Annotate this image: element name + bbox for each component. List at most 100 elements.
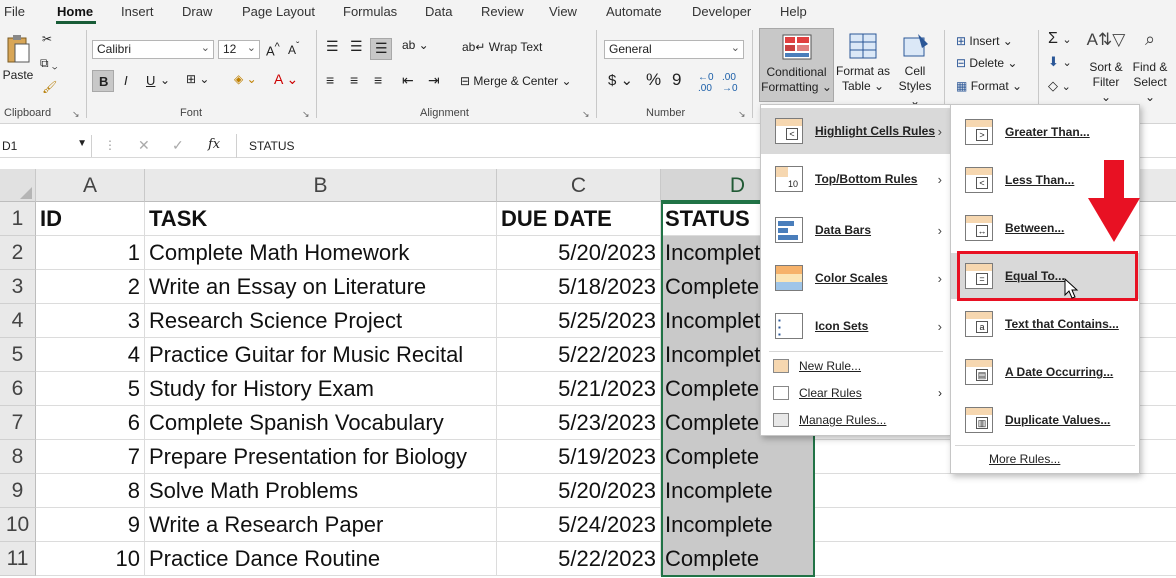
row-header[interactable]: 6	[0, 372, 36, 406]
increase-font-icon[interactable]: A^	[266, 41, 280, 58]
top-bottom-rules-item[interactable]: 10 Top/Bottom Rules ›	[761, 156, 950, 202]
new-rule-item[interactable]: New Rule...	[761, 353, 950, 379]
cell-due-date[interactable]: 5/23/2023	[497, 406, 661, 440]
paste-button[interactable]: Paste	[2, 34, 34, 83]
cell-due-date[interactable]: 5/20/2023	[497, 474, 661, 508]
column-header-c[interactable]: C	[497, 169, 661, 202]
cell-due-date[interactable]: 5/21/2023	[497, 372, 661, 406]
cell-task[interactable]: Practice Dance Routine	[145, 542, 497, 576]
align-top-icon[interactable]: ☰	[326, 38, 339, 55]
increase-indent-icon[interactable]: ⇥	[428, 72, 440, 89]
data-bars-item[interactable]: Data Bars ›	[761, 207, 950, 253]
number-launcher-icon[interactable]: ↘	[738, 109, 746, 120]
manage-rules-item[interactable]: Manage Rules...	[761, 407, 950, 433]
cell-task[interactable]: Prepare Presentation for Biology	[145, 440, 497, 474]
align-middle-icon[interactable]: ☰	[350, 38, 363, 55]
cell-id[interactable]: 10	[36, 542, 145, 576]
color-scales-item[interactable]: Color Scales ›	[761, 255, 950, 301]
decrease-decimal-icon[interactable]: .00 →0	[722, 72, 738, 94]
sort-filter-button[interactable]: A⇅▽ Sort & Filter ⌄	[1086, 31, 1126, 105]
chevron-down-icon[interactable]: ⌄	[160, 73, 170, 87]
alignment-launcher-icon[interactable]: ↘	[582, 109, 590, 120]
row-header[interactable]: 11	[0, 542, 36, 576]
highlight-cells-rules-item[interactable]: < Highlight Cells Rules ›	[761, 108, 950, 154]
tab-review[interactable]: Review	[481, 4, 524, 19]
font-color-icon[interactable]: A ⌄	[274, 71, 298, 88]
enter-icon[interactable]: ✓	[172, 137, 184, 154]
row-header[interactable]: 10	[0, 508, 36, 542]
format-cells-button[interactable]: ▦ Format ⌄	[956, 79, 1022, 93]
cell-task[interactable]: Solve Math Problems	[145, 474, 497, 508]
tab-automate[interactable]: Automate	[606, 4, 662, 19]
date-occurring-item[interactable]: ▤ A Date Occurring...	[951, 349, 1139, 395]
cell-due-date[interactable]: 5/19/2023	[497, 440, 661, 474]
name-box[interactable]: D1 ▼	[0, 135, 92, 157]
currency-button[interactable]: $ ⌄	[608, 71, 633, 89]
cell-task[interactable]: Write an Essay on Literature	[145, 270, 497, 304]
format-as-table-button[interactable]: Format as Table ⌄	[836, 32, 890, 94]
fill-color-icon[interactable]: ◈ ⌄	[234, 72, 257, 86]
cell-id[interactable]: 8	[36, 474, 145, 508]
increase-decimal-icon[interactable]: ←0.00	[698, 72, 714, 94]
cell-status[interactable]: Incomplete	[661, 474, 815, 508]
cell-task[interactable]: Complete Math Homework	[145, 236, 497, 270]
cell-due-date[interactable]: 5/18/2023	[497, 270, 661, 304]
text-contains-item[interactable]: a Text that Contains...	[951, 301, 1139, 347]
copy-icon[interactable]: ⧉ ⌄	[40, 56, 58, 71]
insert-cells-button[interactable]: ⊞ Insert ⌄	[956, 34, 1013, 48]
more-rules-item[interactable]: More Rules...	[989, 452, 1060, 466]
merge-center-button[interactable]: ⊟ Merge & Center ⌄	[460, 74, 572, 88]
find-select-button[interactable]: ⌕ Find & Select ⌄	[1128, 30, 1172, 105]
percent-button[interactable]: %	[646, 70, 661, 90]
cell-status[interactable]: Complete	[661, 542, 815, 576]
row-header[interactable]: 8	[0, 440, 36, 474]
cell-id[interactable]: 4	[36, 338, 145, 372]
clear-icon[interactable]: ◇ ⌄	[1048, 78, 1071, 94]
cell-id[interactable]: 9	[36, 508, 145, 542]
column-header-b[interactable]: B	[145, 169, 497, 202]
comma-button[interactable]: 9	[672, 70, 681, 90]
align-bottom-button[interactable]: ☰	[370, 38, 392, 60]
align-right-icon[interactable]: ≡	[374, 72, 382, 88]
formula-input[interactable]: STATUS	[249, 139, 295, 153]
cell-due-date[interactable]: 5/22/2023	[497, 542, 661, 576]
borders-icon[interactable]: ⊞ ⌄	[186, 72, 209, 86]
number-format-dropdown[interactable]: General ⌄	[604, 40, 744, 59]
tab-developer[interactable]: Developer	[692, 4, 751, 19]
row-header[interactable]: 2	[0, 236, 36, 270]
tab-data[interactable]: Data	[425, 4, 452, 19]
align-center-icon[interactable]: ≡	[350, 72, 358, 88]
tab-home[interactable]: Home	[57, 4, 93, 19]
cell-id[interactable]: ID	[36, 202, 145, 236]
font-launcher-icon[interactable]: ↘	[302, 109, 310, 120]
conditional-formatting-button[interactable]: Conditional Formatting ⌄	[759, 28, 834, 102]
insert-function-button[interactable]: fx	[208, 137, 220, 152]
row-header[interactable]: 9	[0, 474, 36, 508]
cancel-icon[interactable]: ✕	[138, 137, 150, 154]
clear-rules-item[interactable]: Clear Rules ›	[761, 380, 950, 406]
greater-than-item[interactable]: > Greater Than...	[951, 109, 1139, 155]
fill-icon[interactable]: ⬇ ⌄	[1048, 54, 1072, 70]
cell-due-date[interactable]: DUE DATE	[497, 202, 661, 236]
decrease-indent-icon[interactable]: ⇤	[402, 72, 414, 89]
tab-draw[interactable]: Draw	[182, 4, 212, 19]
tab-help[interactable]: Help	[780, 4, 807, 19]
cell-status[interactable]: Complete	[661, 440, 815, 474]
cell-id[interactable]: 5	[36, 372, 145, 406]
cut-icon[interactable]: ✂	[42, 32, 52, 46]
italic-button[interactable]: I	[124, 73, 128, 88]
autosum-icon[interactable]: Σ ⌄	[1048, 30, 1072, 48]
cell-due-date[interactable]: 5/22/2023	[497, 338, 661, 372]
cell-styles-button[interactable]: Cell Styles ⌄	[892, 32, 938, 109]
cell-due-date[interactable]: 5/20/2023	[497, 236, 661, 270]
cell-id[interactable]: 1	[36, 236, 145, 270]
icon-sets-item[interactable]: ▪ ▪ ▪ Icon Sets ›	[761, 303, 950, 349]
tab-view[interactable]: View	[549, 4, 577, 19]
cell-task[interactable]: Research Science Project	[145, 304, 497, 338]
select-all-corner[interactable]	[0, 169, 36, 202]
row-header[interactable]: 3	[0, 270, 36, 304]
row-header[interactable]: 7	[0, 406, 36, 440]
clipboard-launcher-icon[interactable]: ↘	[72, 109, 80, 120]
orientation-icon[interactable]: ab ⌄	[402, 38, 429, 52]
wrap-text-button[interactable]: ab↵ Wrap Text	[462, 40, 542, 54]
